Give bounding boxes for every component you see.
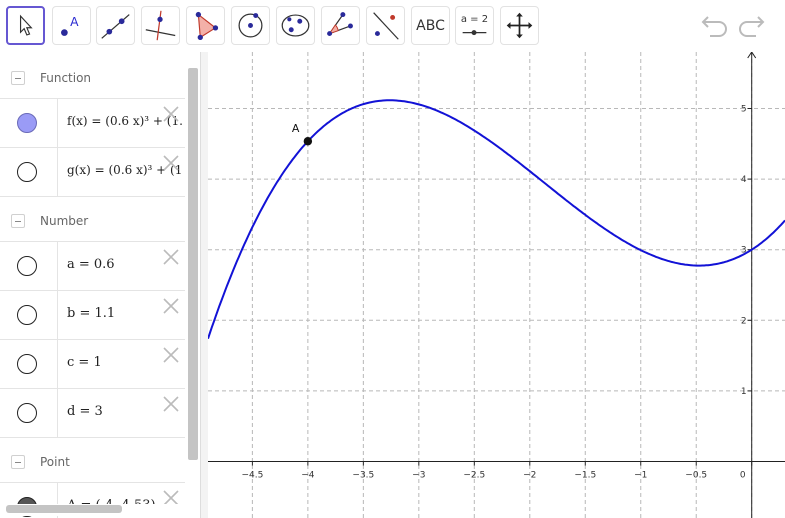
x-tick-label: −1 xyxy=(634,471,647,481)
algebra-row-c[interactable]: c = 1 xyxy=(0,339,185,389)
circle-tool-button[interactable] xyxy=(231,6,270,45)
text-tool-button[interactable]: ABC xyxy=(411,6,450,45)
undo-icon[interactable] xyxy=(700,12,730,38)
slider-icon xyxy=(462,30,487,36)
x-tick-label: −4.5 xyxy=(241,471,263,481)
text-tool-label: ABC xyxy=(416,18,445,34)
number-expression[interactable]: c = 1 xyxy=(67,355,102,370)
group-header-function[interactable]: Function xyxy=(0,54,185,100)
number-expression[interactable]: b = 1.1 xyxy=(67,306,115,321)
perpendicular-line-icon xyxy=(145,10,176,41)
x-tick-label: −1.5 xyxy=(574,471,596,481)
angle-tool-button[interactable] xyxy=(321,6,360,45)
line-icon xyxy=(101,14,130,39)
horizontal-scrollbar-thumb[interactable] xyxy=(6,505,122,513)
redo-icon[interactable] xyxy=(736,12,766,38)
panel-divider[interactable] xyxy=(200,52,208,518)
delete-icon[interactable] xyxy=(162,154,180,172)
circle-icon xyxy=(238,13,263,38)
algebra-row-b[interactable]: b = 1.1 xyxy=(0,290,185,340)
visibility-toggle[interactable] xyxy=(17,305,37,325)
point-icon: A xyxy=(61,15,79,36)
reflect-tool-button[interactable] xyxy=(366,6,405,45)
visibility-toggle[interactable] xyxy=(17,403,37,423)
algebra-view: Function f(x) = (0.6 x)³ + (1. g(x) = (0… xyxy=(0,52,200,518)
delete-icon[interactable] xyxy=(162,248,180,266)
y-tick-label: 5 xyxy=(741,104,747,114)
move-graphics-tool-button[interactable] xyxy=(500,6,539,45)
group-title: Point xyxy=(40,455,70,469)
number-expression[interactable]: a = 0.6 xyxy=(67,257,115,272)
angle-icon xyxy=(327,12,353,37)
visibility-toggle[interactable] xyxy=(17,354,37,374)
point-tool-label: A xyxy=(70,15,79,29)
algebra-row-g[interactable]: g(x) = (0.6 x)³ + (1 xyxy=(0,147,185,197)
polygon-icon xyxy=(195,11,219,41)
number-expression[interactable]: d = 3 xyxy=(67,404,103,419)
ellipse-icon xyxy=(281,14,310,37)
move-tool-button[interactable] xyxy=(6,6,45,45)
graphics-view[interactable]: −4.5 −4 −3.5 −3 −2.5 −2 −1.5 −1 −0.5 0 1 2 3 4 5 A xyxy=(208,52,785,518)
group-header-number[interactable]: Number xyxy=(0,196,185,242)
x-tick-label: −3 xyxy=(412,471,425,481)
arrow-cursor-icon xyxy=(19,14,33,36)
graph-canvas[interactable]: −4.5 −4 −3.5 −3 −2.5 −2 −1.5 −1 −0.5 012345A xyxy=(208,52,785,518)
visibility-toggle[interactable] xyxy=(17,162,37,182)
point-label-A: A xyxy=(292,122,300,135)
delete-icon[interactable] xyxy=(162,297,180,315)
line-tool-button[interactable] xyxy=(96,6,135,45)
algebra-row-d[interactable]: d = 3 xyxy=(0,388,185,438)
algebra-row-f[interactable]: f(x) = (0.6 x)³ + (1. xyxy=(0,98,185,148)
visibility-toggle[interactable] xyxy=(17,113,37,133)
y-tick-label: 2 xyxy=(741,316,747,326)
visibility-toggle[interactable] xyxy=(17,256,37,276)
conic-tool-button[interactable] xyxy=(276,6,315,45)
point-tool-button[interactable]: A xyxy=(52,6,91,45)
group-title: Function xyxy=(40,71,92,85)
y-tick-label: 1 xyxy=(741,387,747,397)
y-tick-label: 4 xyxy=(741,175,747,185)
group-title: Number xyxy=(40,214,89,228)
polygon-tool-button[interactable] xyxy=(186,6,225,45)
x-tick-label: −2.5 xyxy=(463,471,485,481)
x-tick-label: 0 xyxy=(740,471,746,481)
reflect-icon xyxy=(373,12,399,40)
delete-icon[interactable] xyxy=(162,346,180,364)
point-A xyxy=(303,137,313,146)
x-tick-label: −3.5 xyxy=(352,471,374,481)
delete-icon[interactable] xyxy=(162,395,180,413)
toolbar: A ABC a = 2 xyxy=(0,0,785,52)
x-tick-label: −2 xyxy=(523,471,536,481)
perpendicular-tool-button[interactable] xyxy=(141,6,180,45)
x-tick-label: −0.5 xyxy=(685,471,707,481)
collapse-icon[interactable] xyxy=(11,71,25,85)
slider-tool-button[interactable]: a = 2 xyxy=(455,6,494,45)
collapse-icon[interactable] xyxy=(11,455,25,469)
vertical-scrollbar-thumb[interactable] xyxy=(188,68,198,460)
group-header-point[interactable]: Point xyxy=(0,437,185,483)
function-curve-f xyxy=(208,99,785,340)
collapse-icon[interactable] xyxy=(11,214,25,228)
move-view-icon xyxy=(506,12,533,39)
algebra-row-a[interactable]: a = 0.6 xyxy=(0,241,185,291)
x-tick-label: −4 xyxy=(301,471,315,481)
delete-icon[interactable] xyxy=(162,105,180,123)
